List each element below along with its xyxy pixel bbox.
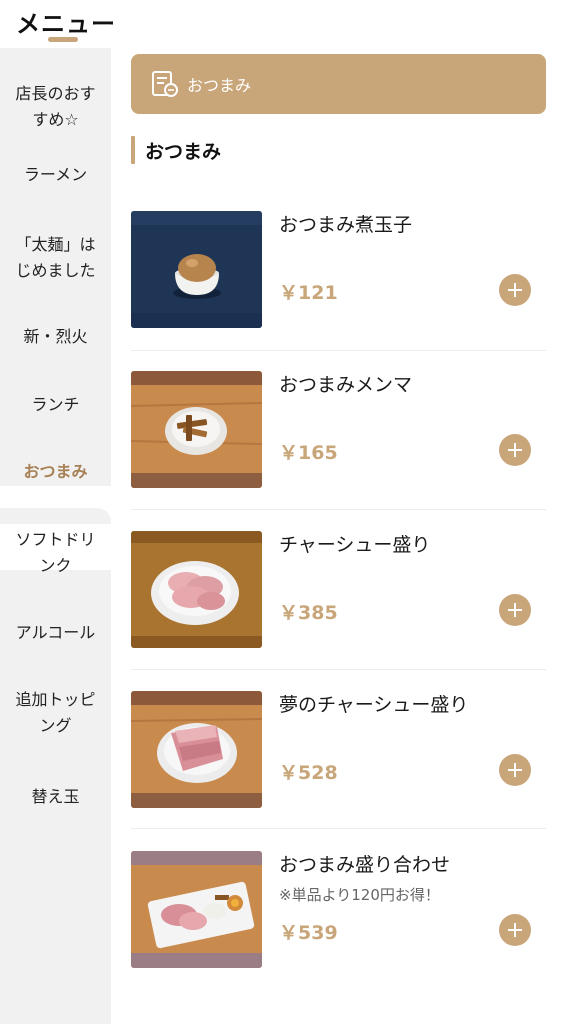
- sidebar-item-topping[interactable]: 追加トッピング: [0, 678, 111, 748]
- sidebar-item-label: ソフトドリンク: [15, 530, 96, 575]
- item-price: ￥121: [279, 282, 338, 304]
- header: メニュー: [0, 0, 565, 48]
- sidebar-item-otsumami[interactable]: おつまみ: [0, 448, 111, 496]
- item-price: ￥165: [279, 442, 338, 464]
- banner-label: おつまみ: [187, 76, 252, 95]
- item-divider: [131, 828, 546, 829]
- sidebar-item-shin-rekka[interactable]: 新・烈火: [0, 312, 111, 362]
- sidebar-item-label: ランチ: [31, 395, 80, 414]
- item-divider: [131, 509, 546, 510]
- item-divider: [131, 350, 546, 351]
- item-price: ￥385: [279, 602, 338, 624]
- sidebar-item-kaedama[interactable]: 替え玉: [0, 772, 111, 822]
- section-header: おつまみ: [131, 135, 221, 165]
- menu-item[interactable]: おつまみ盛り合わせ ※単品より120円お得！ ￥539: [131, 836, 546, 996]
- sidebar-item-lunch[interactable]: ランチ: [0, 380, 111, 430]
- sidebar-item-label: 追加トッピング: [15, 690, 96, 735]
- sidebar-item-label: 「太麺」はじめました: [15, 235, 96, 280]
- sidebar-item-recommend[interactable]: 店長のおすすめ☆: [0, 48, 111, 166]
- page-title: メニュー: [16, 10, 116, 38]
- sidebar-item-label: 替え玉: [31, 787, 80, 806]
- sidebar-item-alcohol[interactable]: アルコール: [0, 608, 111, 658]
- item-name: チャーシュー盛り: [279, 534, 431, 556]
- item-name: おつまみ盛り合わせ: [279, 854, 451, 876]
- chashu-plate-photo: [131, 531, 262, 648]
- menu-list-icon: [152, 71, 178, 97]
- add-to-cart-button[interactable]: [499, 914, 531, 946]
- sidebar-item-soft-drink[interactable]: ソフトドリンク: [0, 518, 111, 588]
- item-note: ※単品より120円お得！: [279, 886, 440, 904]
- category-banner: おつまみ: [131, 54, 546, 114]
- item-divider: [131, 669, 546, 670]
- menu-item[interactable]: おつまみ煮玉子 ￥121: [131, 196, 546, 356]
- item-price: ￥528: [279, 762, 338, 784]
- add-to-cart-button[interactable]: [499, 754, 531, 786]
- sidebar-item-label: おつまみ: [23, 462, 88, 481]
- item-name: おつまみメンマ: [279, 374, 413, 396]
- sidebar-item-label: アルコール: [15, 623, 96, 642]
- menu-item[interactable]: 夢のチャーシュー盛り ￥528: [131, 676, 546, 836]
- sidebar-item-label: 店長のおすすめ☆: [15, 84, 96, 129]
- sidebar-item-ramen[interactable]: ラーメン: [0, 150, 111, 200]
- menu-content: おつまみ おつまみ おつまみ煮玉子 ￥121 おつまみメンマ ￥165 チャーシ…: [111, 48, 565, 1024]
- boiled-egg-photo: [131, 211, 262, 328]
- sidebar-item-label: 新・烈火: [23, 327, 88, 346]
- title-underline: [48, 37, 78, 42]
- big-chashu-plate-photo: [131, 691, 262, 808]
- add-to-cart-button[interactable]: [499, 274, 531, 306]
- add-to-cart-button[interactable]: [499, 594, 531, 626]
- menu-item[interactable]: おつまみメンマ ￥165: [131, 356, 546, 516]
- menu-item[interactable]: チャーシュー盛り ￥385: [131, 516, 546, 676]
- sidebar-corner-top: [0, 424, 111, 440]
- sidebar-item-futomen[interactable]: 「太麺」はじめました: [0, 216, 111, 300]
- category-sidebar: 店長のおすすめ☆ ラーメン 「太麺」はじめました 新・烈火 ランチ おつまみ ソ…: [0, 48, 111, 1024]
- item-name: 夢のチャーシュー盛り: [279, 694, 469, 716]
- section-accent-bar: [131, 136, 135, 164]
- item-name: おつまみ煮玉子: [279, 214, 413, 236]
- menma-photo: [131, 371, 262, 488]
- sidebar-item-label: ラーメン: [23, 165, 88, 184]
- section-title: おつまみ: [145, 140, 222, 163]
- add-to-cart-button[interactable]: [499, 434, 531, 466]
- assorted-plate-photo: [131, 851, 262, 968]
- item-price: ￥539: [279, 922, 338, 944]
